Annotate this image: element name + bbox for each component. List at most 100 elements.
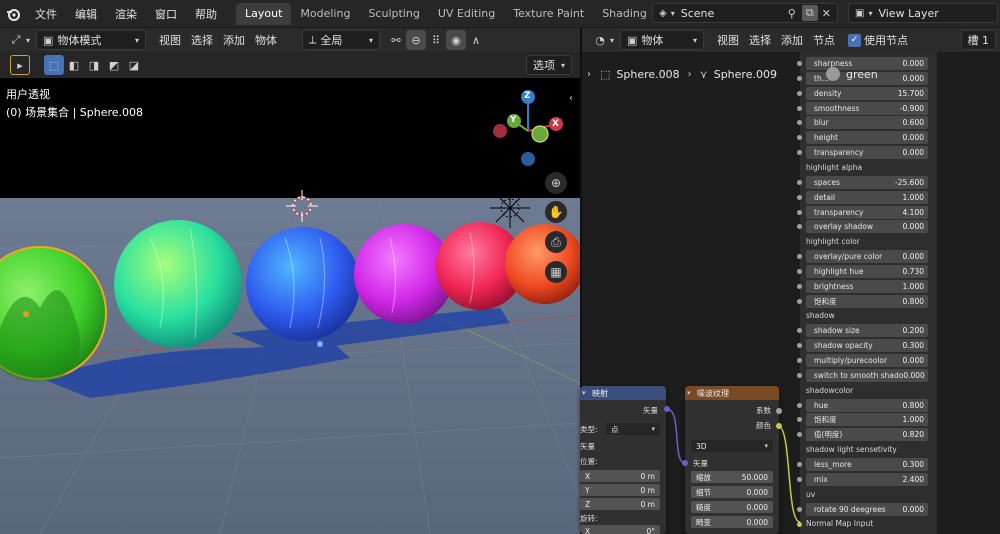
chevron-down-icon: ▾ xyxy=(369,35,374,45)
grid-perspective-icon[interactable]: ▦ xyxy=(545,261,567,283)
view-layer-selector[interactable]: ▣ ▾ View Layer xyxy=(848,3,998,23)
mapping-location-x[interactable]: X 0 m xyxy=(580,470,660,482)
menu-help[interactable]: 帮助 xyxy=(186,6,226,22)
loc-y-label: Y xyxy=(585,485,590,495)
noise-dimensions-value: 3D xyxy=(696,441,707,451)
node-menu-view[interactable]: 视图 xyxy=(712,30,744,50)
viewport-menu-select[interactable]: 选择 xyxy=(186,30,218,50)
view-layer-icon: ▣ xyxy=(855,7,865,19)
chevron-down-icon: ▾ xyxy=(560,60,565,70)
mapping-location-y[interactable]: Y 0 m xyxy=(580,484,660,496)
viewport-toolbar: ▸ ⬚ ◧ ◨ ◩ ◪ 选项 ▾ xyxy=(0,52,580,78)
pan-hand-icon[interactable]: ✋ xyxy=(545,201,567,223)
collapse-icon[interactable]: ▾ xyxy=(687,389,691,397)
mapping-node[interactable]: ▾ 映射 矢量 类型: 点 ▾ 矢量 位置: X 0 m Y 0 m Z 0 m 旋转… xyxy=(580,386,666,534)
noise-scale-field[interactable]: 缩放 50.000 xyxy=(691,471,773,483)
proportional-edit-icon[interactable]: ◉ xyxy=(446,30,467,50)
viewport-menu-object[interactable]: 物体 xyxy=(250,30,282,50)
rot-x-value: 0° xyxy=(646,526,655,534)
tab-layout[interactable]: Layout xyxy=(236,2,292,25)
viewport-menu-add[interactable]: 添加 xyxy=(218,30,250,50)
tab-texture-paint[interactable]: Texture Paint xyxy=(504,3,593,25)
chevron-down-icon: ▾ xyxy=(693,35,698,45)
view-layer-name: View Layer xyxy=(878,6,939,20)
falloff-icon[interactable]: ∧ xyxy=(466,30,486,50)
viewport-menu-view[interactable]: 视图 xyxy=(154,30,186,50)
distortion-label: 畸变 xyxy=(696,517,711,527)
scene-selector[interactable]: ◈ ▾ Scene ⚲ ⧉ ✕ xyxy=(652,3,838,23)
menu-render[interactable]: 渲染 xyxy=(106,6,146,22)
mapping-node-header[interactable]: ▾ 映射 xyxy=(580,386,666,400)
pivot-icon[interactable]: ⚯ xyxy=(386,30,406,50)
mapping-type-label: 类型: xyxy=(580,425,598,434)
mapping-location-label: 位置: xyxy=(580,457,598,466)
node-menu-node[interactable]: 节点 xyxy=(808,30,840,50)
scene-name: Scene xyxy=(680,6,715,20)
scale-label: 缩放 xyxy=(696,472,711,482)
select-new-icon[interactable]: ⬚ xyxy=(44,55,64,75)
teal-sphere[interactable] xyxy=(114,220,242,348)
shader-type-selector[interactable]: ▣ 物体 ▾ xyxy=(620,30,705,50)
noise-fac-socket[interactable] xyxy=(776,408,782,414)
noise-node-header[interactable]: ▾ 噪波纹理 xyxy=(685,386,779,400)
close-icon[interactable]: ✕ xyxy=(822,7,831,20)
select-subtract-icon[interactable]: ◨ xyxy=(84,55,104,75)
select-intersect-icon[interactable]: ◪ xyxy=(124,55,144,75)
snap-icon[interactable]: ⊖ xyxy=(406,30,427,50)
tab-uv-editing[interactable]: UV Editing xyxy=(429,3,504,25)
gizmo-y-label: Y xyxy=(510,115,517,125)
noise-input-socket[interactable] xyxy=(682,460,688,466)
chevron-down-icon: ▾ xyxy=(135,35,140,45)
chevron-down-icon: ▾ xyxy=(868,8,873,18)
menu-file[interactable]: 文件 xyxy=(26,6,66,22)
loc-x-label: X xyxy=(585,471,591,481)
tab-modeling[interactable]: Modeling xyxy=(291,3,359,25)
mode-selector[interactable]: ▣ 物体模式 ▾ xyxy=(36,30,147,50)
noise-distortion-field[interactable]: 畸变 0.000 xyxy=(691,516,773,528)
use-nodes-checkbox[interactable]: ✓ xyxy=(848,33,862,47)
noise-vector-input: 矢量 xyxy=(693,459,708,468)
roughness-value: 0.000 xyxy=(746,502,768,512)
light-object[interactable] xyxy=(490,188,530,228)
chevron-left-icon[interactable]: ‹ xyxy=(569,93,573,104)
chevron-down-icon: ▾ xyxy=(26,35,31,45)
camera-icon[interactable]: ⎙ xyxy=(545,231,567,253)
mapping-location-z[interactable]: Z 0 m xyxy=(580,498,660,510)
copy-scene-icon[interactable]: ⧉ xyxy=(801,5,818,21)
options-dropdown[interactable]: 选项 ▾ xyxy=(525,55,572,75)
select-invert-icon[interactable]: ◩ xyxy=(104,55,124,75)
select-tool-icon[interactable]: ▸ xyxy=(10,55,30,75)
mapping-rotation-x[interactable]: X 0° xyxy=(580,525,660,534)
snap-target-icon[interactable]: ⠿ xyxy=(426,30,446,50)
node-editor-type-icon[interactable]: ◔ xyxy=(590,30,610,50)
tab-shading[interactable]: Shading xyxy=(593,3,656,25)
node-menu-add[interactable]: 添加 xyxy=(776,30,808,50)
chevron-down-icon: ▾ xyxy=(610,35,615,45)
transform-orientation-selector[interactable]: ⟂ 全局 ▾ xyxy=(302,30,381,50)
mapping-output-vector: 矢量 xyxy=(643,406,658,415)
blue-sphere[interactable] xyxy=(246,227,360,341)
collapse-icon[interactable]: ▾ xyxy=(582,389,586,397)
loc-x-value: 0 m xyxy=(640,471,655,481)
blender-logo-icon[interactable] xyxy=(0,1,26,27)
zoom-icon[interactable]: ⊕ xyxy=(545,172,567,194)
material-ball-icon xyxy=(826,67,840,81)
noise-roughness-field[interactable]: 糙度 0.000 xyxy=(691,501,773,513)
mapping-output-socket[interactable] xyxy=(664,406,670,412)
menu-edit[interactable]: 编辑 xyxy=(66,6,106,22)
slot-selector[interactable]: 槽 1 xyxy=(960,30,996,50)
node-menu-select[interactable]: 选择 xyxy=(744,30,776,50)
scale-value: 50.000 xyxy=(741,472,768,482)
menu-window[interactable]: 窗口 xyxy=(146,6,186,22)
select-extend-icon[interactable]: ◧ xyxy=(64,55,84,75)
noise-color-socket[interactable] xyxy=(776,423,782,429)
mapping-type-dropdown[interactable]: 点 ▾ xyxy=(606,423,660,435)
editor-type-icon[interactable]: ⤢ xyxy=(6,30,26,50)
loc-z-label: Z xyxy=(585,499,591,509)
tab-sculpting[interactable]: Sculpting xyxy=(359,3,428,25)
noise-output-color: 颜色 xyxy=(756,421,771,430)
noise-detail-field[interactable]: 细节 0.000 xyxy=(691,486,773,498)
pin-icon[interactable]: ⚲ xyxy=(788,7,796,20)
noise-texture-node[interactable]: ▾ 噪波纹理 系数 颜色 3D ▾ 矢量 缩放 50.000 细节 0.000 糙度… xyxy=(685,386,779,534)
noise-dimensions-dropdown[interactable]: 3D ▾ xyxy=(691,440,773,452)
